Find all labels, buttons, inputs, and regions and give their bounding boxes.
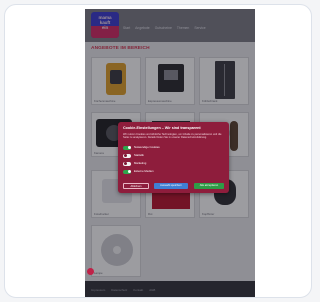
accept-all-button[interactable]: Alle akzeptieren — [194, 183, 224, 189]
screenshot-frame: mama kauft ein Start Angebote Gutscheine… — [4, 4, 312, 298]
toggle-switch[interactable] — [123, 153, 131, 158]
dialog-title: Cookie-Einstellungen – Wir sind transpar… — [123, 126, 201, 130]
option-label: Notwendige Cookies — [134, 145, 160, 149]
reject-button[interactable]: Ablehnen — [123, 183, 149, 189]
consent-option-external-media[interactable]: Externe Medien — [123, 169, 154, 174]
option-label: Statistik — [134, 153, 144, 157]
dialog-description: Wir nutzen Cookies und ähnliche Technolo… — [123, 133, 222, 140]
option-label: Marketing — [134, 161, 147, 165]
cookie-consent-dialog: Cookie-Einstellungen – Wir sind transpar… — [118, 122, 229, 193]
consent-option-necessary[interactable]: Notwendige Cookies — [123, 145, 160, 150]
consent-option-marketing[interactable]: Marketing — [123, 161, 146, 166]
consent-option-statistics[interactable]: Statistik — [123, 153, 144, 158]
mobile-page: mama kauft ein Start Angebote Gutscheine… — [85, 9, 255, 297]
cookie-settings-icon[interactable] — [87, 268, 94, 275]
toggle-switch[interactable] — [123, 161, 131, 166]
toggle-switch[interactable] — [123, 169, 131, 174]
toggle-switch[interactable] — [123, 145, 131, 150]
save-selection-button[interactable]: Auswahl speichern — [154, 183, 188, 189]
option-label: Externe Medien — [134, 169, 154, 173]
